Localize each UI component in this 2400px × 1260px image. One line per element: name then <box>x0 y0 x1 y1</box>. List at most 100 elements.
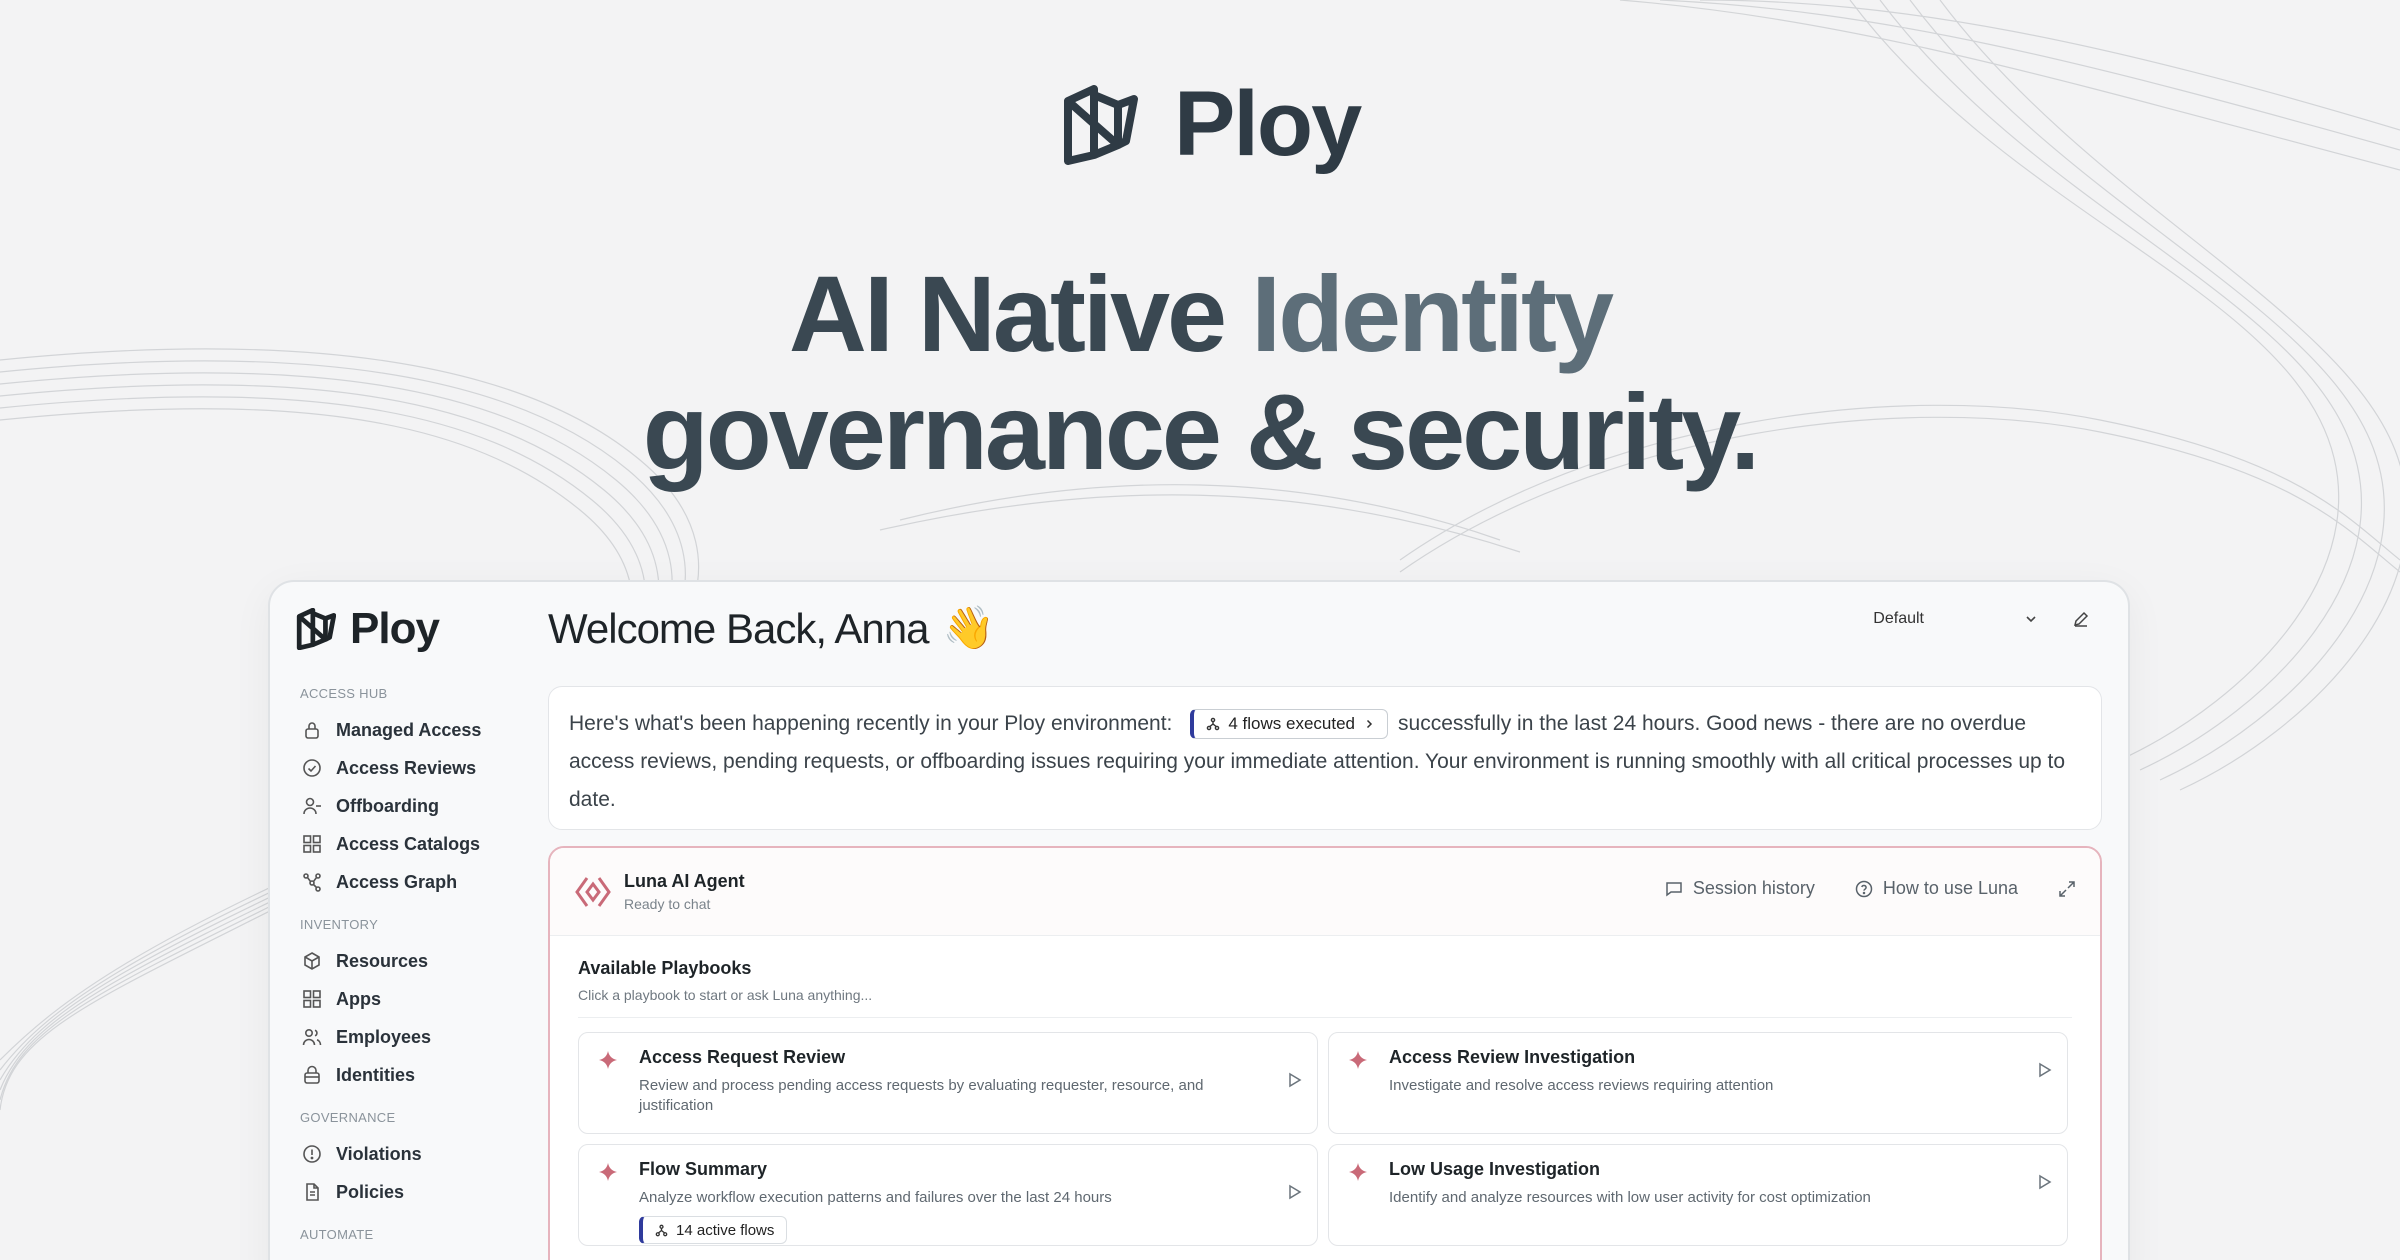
chevron-down-icon <box>2026 616 2036 623</box>
active-flows-chip[interactable]: 14 active flows <box>639 1216 788 1244</box>
flow-icon <box>1207 718 1220 731</box>
playbook-description: Investigate and resolve access reviews r… <box>1389 1077 1774 1094</box>
waving-hand-icon: 👋 <box>942 604 994 651</box>
luna-logo-icon <box>575 876 611 907</box>
sidebar-item-apps[interactable]: Apps <box>296 980 510 1018</box>
section-label: ACCESS HUB <box>300 686 388 701</box>
flows-executed-label: 4 flows executed <box>1228 714 1356 734</box>
sidebar-item-label: Access Reviews <box>336 757 477 778</box>
sidebar-item-label: Identities <box>336 1064 416 1085</box>
hero-title-line-2: governance & security. <box>642 371 1760 492</box>
playbooks-subtitle: Click a playbook to start or ask Luna an… <box>578 987 2072 1018</box>
sparkle-icon <box>599 1163 617 1181</box>
hero-brand-name: Ploy <box>1174 73 1362 175</box>
nav-section-governance: GOVERNANCE Violations Policies <box>296 1110 510 1211</box>
hero-title-part: AI Native <box>788 253 1252 374</box>
sparkle-icon <box>1349 1051 1367 1069</box>
sidebar-item-label: Apps <box>336 988 381 1009</box>
play-icon[interactable] <box>2035 1173 2053 1191</box>
view-selector-value: Default <box>1873 610 1924 627</box>
app-window: Ploy ACCESS HUB Managed Access Access Re… <box>268 580 2130 1260</box>
user-minus-icon <box>303 797 321 815</box>
lock-icon <box>305 722 319 739</box>
luna-actions: Session history How to use Luna <box>1665 878 2076 899</box>
sidebar-item-label: Policies <box>336 1181 405 1202</box>
section-label: GOVERNANCE <box>300 1110 396 1125</box>
alert-circle-icon <box>303 1145 321 1163</box>
playbook-card-flow-summary[interactable]: Flow Summary Analyze workflow execution … <box>578 1144 1318 1246</box>
playbook-name: Access Review Investigation <box>1389 1047 1636 1067</box>
hero-title-accent: Identity <box>1251 253 1614 374</box>
playbooks-grid: Access Request Review Review and process… <box>578 1032 2072 1246</box>
playbook-card-low-usage-investigation[interactable]: Low Usage Investigation Identify and ana… <box>1328 1144 2068 1246</box>
sidebar-item-managed-access[interactable]: Managed Access <box>296 711 510 749</box>
sidebar-item-identities[interactable]: Identities <box>296 1056 510 1094</box>
luna-agent-panel: Luna AI Agent Ready to chat Session hist… <box>548 846 2102 1260</box>
sidebar-item-label: Violations <box>336 1143 422 1164</box>
sparkle-icon <box>1349 1163 1367 1181</box>
sidebar-item-access-reviews[interactable]: Access Reviews <box>296 749 510 787</box>
hero-title-line-1: AI Native Identity <box>0 255 2400 373</box>
sidebar-item-policies[interactable]: Policies <box>296 1173 510 1211</box>
playbooks-section: Available Playbooks Click a playbook to … <box>550 936 2100 1260</box>
sparkle-icon <box>599 1051 617 1069</box>
how-to-use-luna-button[interactable]: How to use Luna <box>1855 878 2018 899</box>
playbook-description: Analyze workflow execution patterns and … <box>639 1189 1112 1206</box>
nav-section-inventory: INVENTORY Resources Apps Employees Ident… <box>296 917 510 1094</box>
sidebar-brand-name: Ploy <box>350 604 440 653</box>
apps-grid-icon <box>303 990 321 1008</box>
playbook-description: Identify and analyze resources with low … <box>1389 1189 1871 1206</box>
luna-name: Luna AI Agent <box>624 871 745 891</box>
check-circle-icon <box>303 759 321 777</box>
section-label: INVENTORY <box>300 917 379 932</box>
sidebar-item-resources[interactable]: Resources <box>296 942 510 980</box>
summary-text-before: Here's what's been happening recently in… <box>569 712 1173 735</box>
sidebar-item-label: Offboarding <box>336 795 439 816</box>
sidebar-item-label: Employees <box>336 1026 432 1047</box>
luna-title-block: Luna AI Agent Ready to chat <box>624 871 745 912</box>
grid-icon <box>303 835 321 853</box>
hero-title: AI Native Identity governance & security… <box>0 255 2400 491</box>
sidebar-item-access-graph[interactable]: Access Graph <box>296 863 510 901</box>
cube-icon <box>304 952 320 970</box>
lock-card-icon <box>304 1065 320 1084</box>
sidebar-item-offboarding[interactable]: Offboarding <box>296 787 510 825</box>
ploy-logo-icon <box>1064 84 1138 165</box>
edit-icon[interactable] <box>2072 610 2090 628</box>
chat-bubble-icon <box>1666 881 1682 896</box>
play-icon[interactable] <box>2035 1061 2053 1079</box>
play-icon[interactable] <box>1285 1183 1303 1201</box>
main-content: Welcome Back, Anna 👋 Default Here's what… <box>548 582 2102 1260</box>
playbook-card-access-request-review[interactable]: Access Request Review Review and process… <box>578 1032 1318 1134</box>
flows-executed-chip[interactable]: 4 flows executed <box>1190 709 1389 740</box>
sidebar-item-employees[interactable]: Employees <box>296 1018 510 1056</box>
flow-icon <box>655 1224 668 1236</box>
playbook-name: Flow Summary <box>639 1159 768 1179</box>
sidebar-brand[interactable]: Ploy <box>296 604 510 654</box>
playbooks-title: Available Playbooks <box>578 958 752 978</box>
playbook-name: Access Request Review <box>639 1047 846 1067</box>
play-icon[interactable] <box>1285 1071 1303 1089</box>
help-circle-icon <box>1855 880 1873 897</box>
playbook-name: Low Usage Investigation <box>1389 1159 1601 1179</box>
welcome-text: Welcome Back, Anna <box>548 604 929 652</box>
luna-header: Luna AI Agent Ready to chat Session hist… <box>550 848 2100 936</box>
active-flows-label: 14 active flows <box>676 1221 775 1239</box>
sidebar-item-access-catalogs[interactable]: Access Catalogs <box>296 825 510 863</box>
activity-summary: Here's what's been happening recently in… <box>548 686 2102 830</box>
playbook-card-access-review-investigation[interactable]: Access Review Investigation Investigate … <box>1328 1032 2068 1134</box>
hero-brand: Ploy <box>1062 72 1362 177</box>
how-to-use-luna-label: How to use Luna <box>1882 878 2018 898</box>
sidebar-item-label: Access Graph <box>336 871 458 892</box>
expand-icon[interactable] <box>2058 880 2076 898</box>
sidebar-item-label: Access Catalogs <box>336 833 481 854</box>
sidebar-item-violations[interactable]: Violations <box>296 1135 510 1173</box>
graph-icon <box>303 873 321 892</box>
welcome-heading: Welcome Back, Anna 👋 <box>548 604 995 653</box>
ploy-logo-icon <box>296 608 336 650</box>
view-selector[interactable]: Default <box>1873 610 2090 628</box>
nav-section-access-hub: ACCESS HUB Managed Access Access Reviews… <box>296 686 510 901</box>
users-icon <box>302 1028 322 1046</box>
session-history-button[interactable]: Session history <box>1665 878 1815 899</box>
section-label: AUTOMATE <box>300 1227 374 1242</box>
